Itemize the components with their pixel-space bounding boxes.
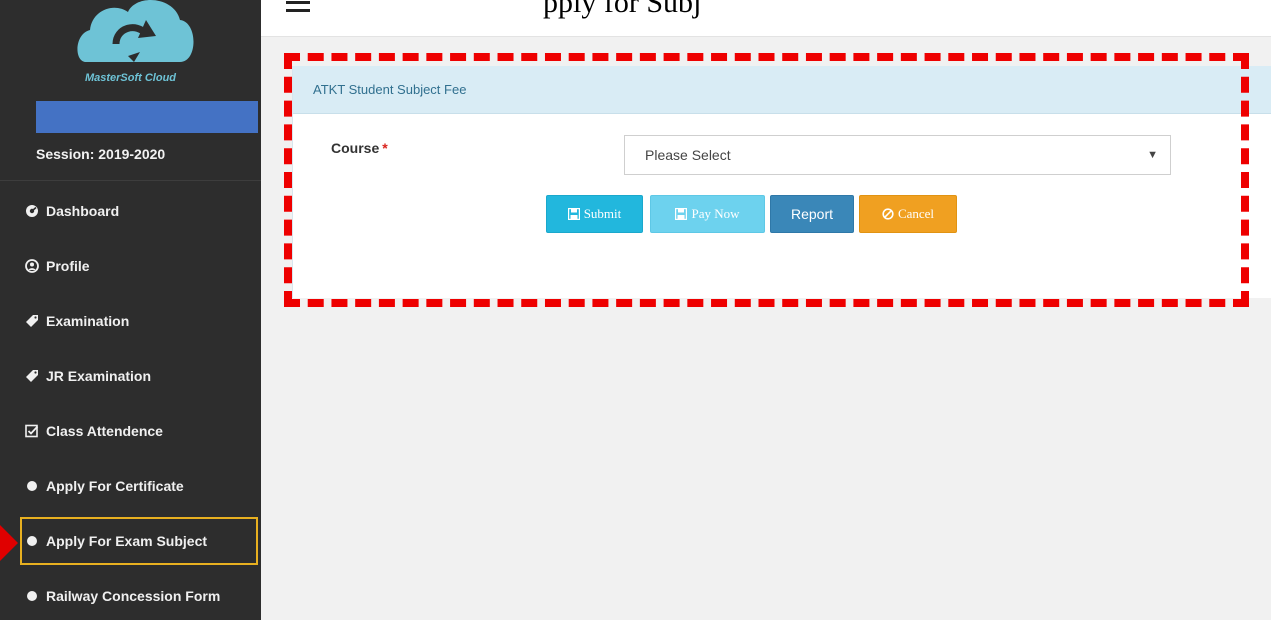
cloud-logo-icon (77, 0, 194, 62)
cancel-button[interactable]: Cancel (859, 195, 957, 233)
sidebar: MasterSoft Cloud Session: 2019-2020 Dash… (0, 0, 261, 620)
sidebar-item-dashboard[interactable]: Dashboard (24, 193, 256, 229)
logo: MasterSoft Cloud (0, 0, 261, 98)
panel-header: ATKT Student Subject Fee (293, 66, 1271, 114)
session-label: Session: 2019-2020 (36, 146, 166, 162)
sidebar-item-examination[interactable]: Examination (24, 303, 256, 339)
submit-button[interactable]: Submit (546, 195, 643, 233)
bullet-icon (24, 478, 40, 494)
report-button[interactable]: Report (770, 195, 854, 233)
pointer-arrow-icon (0, 525, 18, 561)
required-marker: * (382, 140, 388, 156)
bullet-icon (24, 588, 40, 604)
sidebar-divider (0, 180, 261, 181)
heading-fragment-right: pply for Subj (543, 0, 702, 19)
hamburger-menu-icon[interactable] (286, 1, 310, 17)
course-select-value: Please Select (645, 147, 731, 163)
course-select[interactable]: Please Select ▼ (624, 135, 1171, 175)
dashboard-icon (24, 203, 40, 219)
panel-title: ATKT Student Subject Fee (313, 82, 467, 97)
save-icon (567, 208, 580, 220)
sidebar-item-railway-concession-form[interactable]: Railway Concession Form (24, 578, 256, 614)
save-icon (675, 208, 688, 220)
user-name-bar (36, 101, 258, 133)
dropdown-caret-icon: ▼ (1147, 149, 1158, 161)
pay-now-button[interactable]: Pay Now (650, 195, 765, 233)
course-label: Course * (331, 140, 388, 156)
bullet-icon (24, 533, 40, 549)
checkbox-icon (24, 423, 40, 439)
sidebar-item-profile[interactable]: Profile (24, 248, 256, 284)
atkt-fee-panel: ATKT Student Subject Fee Course * Please … (292, 66, 1271, 298)
sidebar-item-apply-for-exam-subject[interactable]: Apply For Exam Subject (20, 517, 258, 565)
sidebar-item-jr-examination[interactable]: JR Examination (24, 358, 256, 394)
ban-icon (882, 208, 894, 220)
main-divider (261, 36, 1271, 37)
user-icon (24, 258, 40, 274)
brand-name: MasterSoft Cloud (84, 72, 177, 84)
tag-icon (24, 368, 40, 384)
tag-icon (24, 313, 40, 329)
sidebar-item-class-attendence[interactable]: Class Attendence (24, 413, 256, 449)
sidebar-item-apply-for-certificate[interactable]: Apply For Certificate (24, 468, 256, 504)
